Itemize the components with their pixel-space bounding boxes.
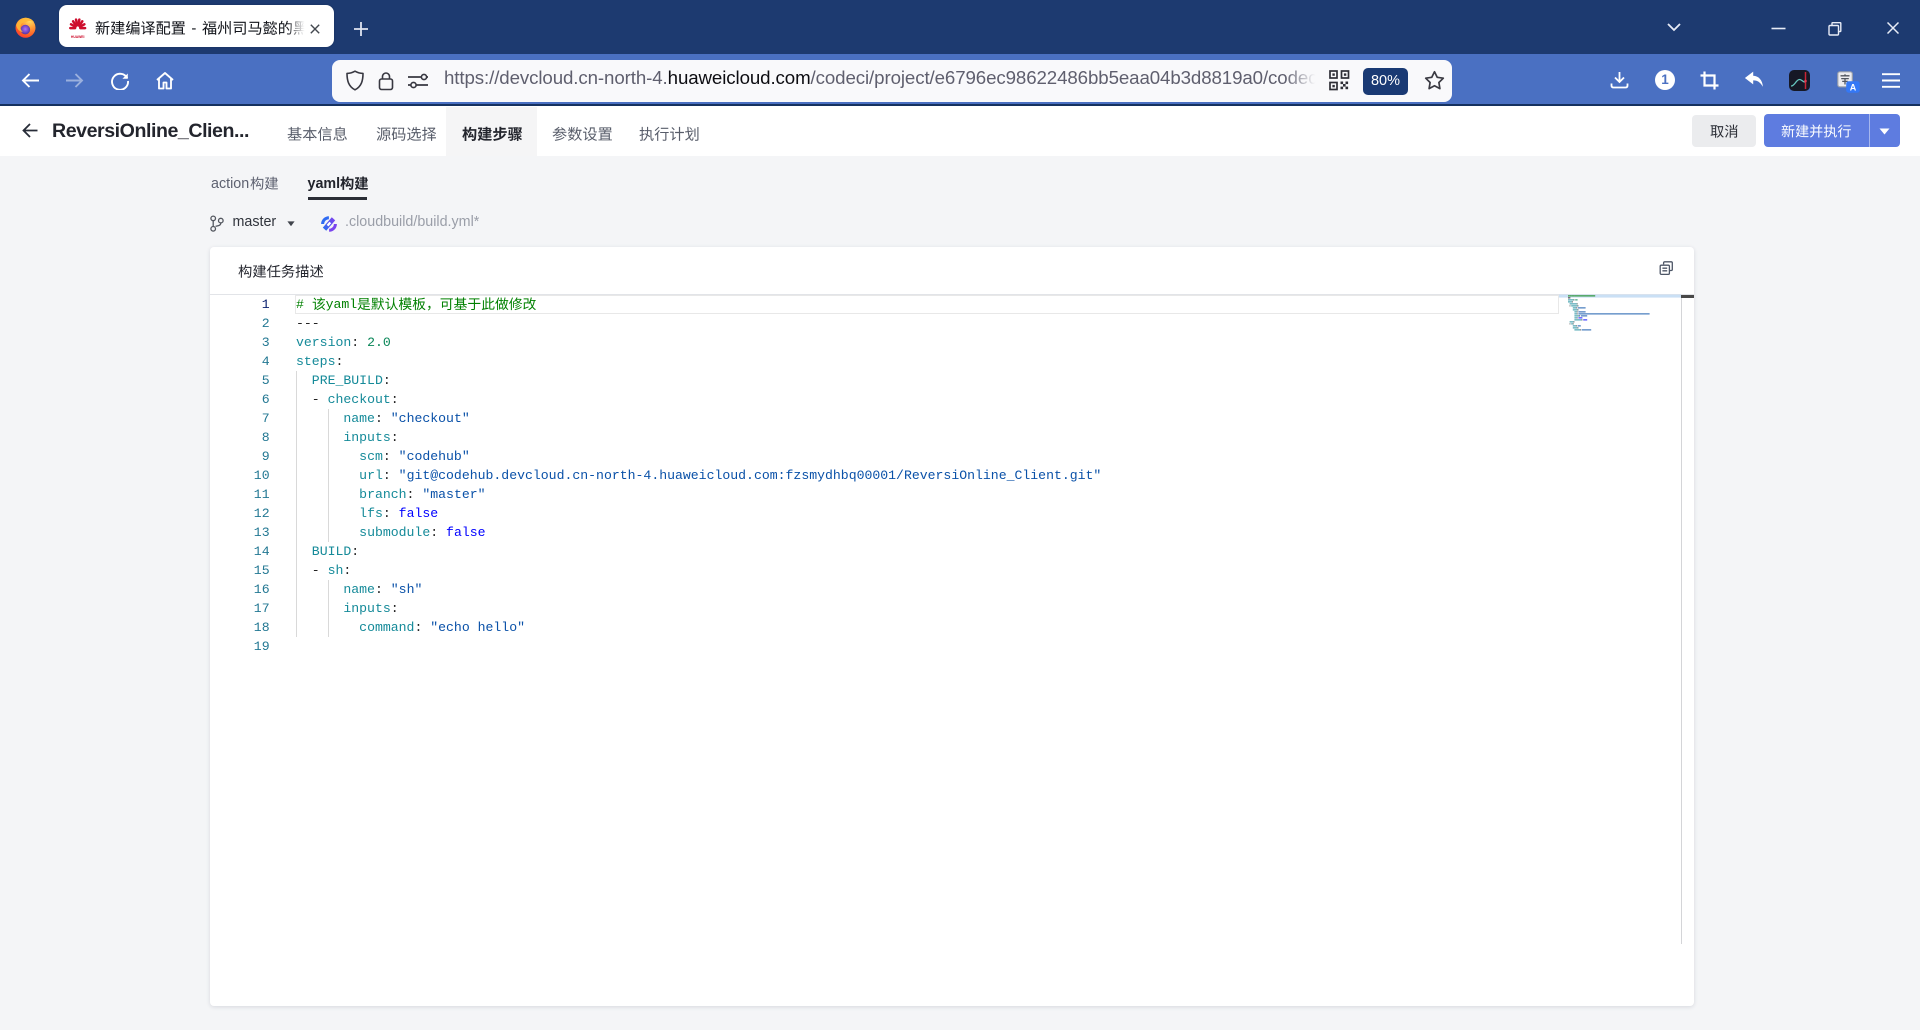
svg-text:HUAWEI: HUAWEI bbox=[71, 35, 85, 39]
svg-text:A: A bbox=[1850, 82, 1857, 92]
